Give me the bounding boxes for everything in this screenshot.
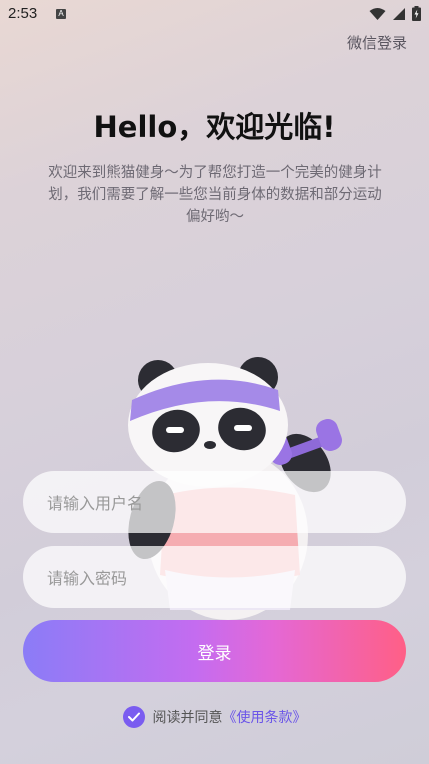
login-button[interactable]: 登录 — [23, 620, 406, 682]
check-icon — [127, 712, 140, 722]
password-placeholder: 请输入密码 — [47, 569, 128, 588]
welcome-subtitle: 欢迎来到熊猫健身～为了帮您打造一个完美的健身计划，我们需要了解一些您当前身体的数… — [48, 165, 382, 225]
wifi-icon — [369, 7, 386, 20]
a-icon: A — [56, 9, 66, 19]
agreement-row: 阅读并同意 《使用条款》 — [0, 706, 429, 728]
page-title: Hello，欢迎光临! — [93, 110, 336, 144]
signal-icon — [393, 7, 405, 20]
username-input[interactable]: 请输入用户名 — [23, 471, 406, 533]
status-bar: 2:53 A — [0, 0, 429, 30]
username-placeholder: 请输入用户名 — [47, 494, 144, 513]
battery-icon — [412, 6, 421, 21]
wechat-login-link[interactable]: 微信登录 — [347, 32, 407, 53]
system-icons — [369, 6, 421, 21]
password-input[interactable]: 请输入密码 — [23, 546, 406, 608]
agree-checkbox[interactable] — [122, 706, 145, 728]
agreement-text: 阅读并同意 — [152, 710, 223, 726]
terms-link[interactable]: 《使用条款》 — [223, 707, 307, 727]
status-time: 2:53 — [8, 5, 38, 22]
